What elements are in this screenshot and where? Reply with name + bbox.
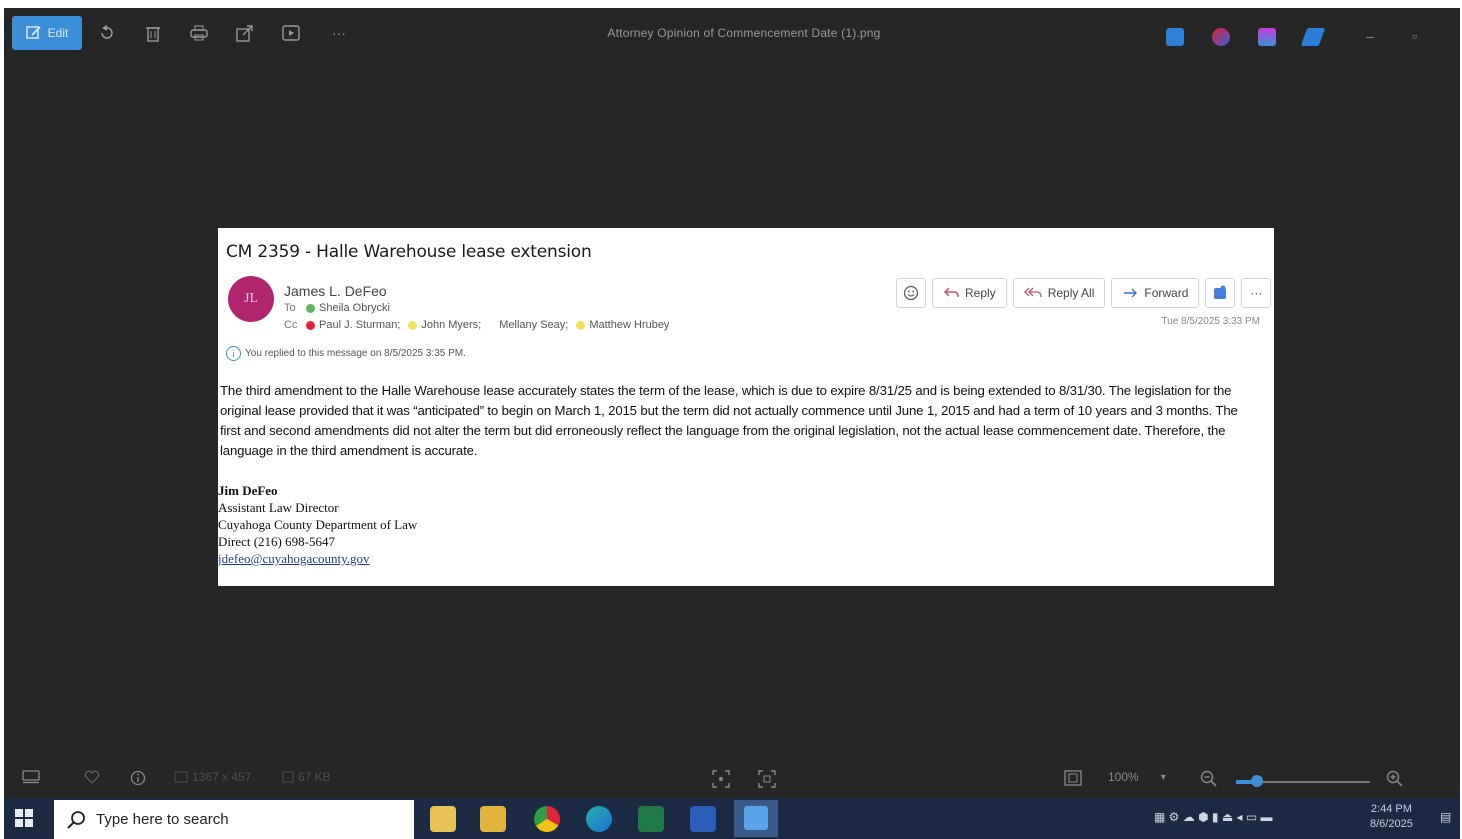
rotate-icon[interactable]	[96, 22, 118, 44]
app-shortcut-icon-2[interactable]	[1212, 28, 1230, 46]
cc-recipient: Matthew Hrubey	[589, 319, 670, 331]
email-timestamp: Tue 8/5/2025 3:33 PM	[1161, 316, 1260, 327]
taskbar-search-box[interactable]: Type here to search	[54, 800, 414, 839]
window-title: Attorney Opinion of Commencement Date (1…	[607, 26, 881, 40]
recipient-name: Sheila Obrycki	[319, 302, 390, 314]
reply-button: Reply	[932, 278, 1007, 308]
filmstrip-icon[interactable]	[22, 770, 40, 784]
app-shortcut-icon-1[interactable]	[1166, 28, 1184, 46]
favorite-icon[interactable]	[84, 770, 100, 784]
cc-label: Cc	[284, 319, 298, 331]
info-icon: i	[226, 346, 241, 361]
email-subject: CM 2359 - Halle Warehouse lease extensio…	[226, 242, 592, 262]
presence-dot-icon	[306, 303, 315, 313]
restore-button[interactable]: ▫	[1412, 28, 1417, 44]
email-image: CM 2359 - Halle Warehouse lease extensio…	[218, 228, 1274, 586]
notifications-icon[interactable]: ▤	[1440, 810, 1451, 824]
zoom-level-dropdown[interactable]: 100% ▾	[1108, 770, 1166, 784]
to-row: To Sheila Obrycki	[284, 302, 390, 314]
zoom-out-icon[interactable]	[1200, 770, 1218, 788]
edit-button-label: Edit	[47, 26, 69, 40]
signature-org: Cuyahoga County Department of Law	[218, 517, 418, 532]
search-placeholder: Type here to search	[96, 811, 229, 828]
email-signature: Jim DeFeo Assistant Law Director Cuyahog…	[218, 482, 417, 567]
windows-taskbar: Type here to search ▦ ⚙ ☁ ⬢ ▮ ⏏ ◂ ▭ ▬ 2:…	[4, 798, 1460, 839]
actual-size-icon[interactable]	[758, 770, 776, 788]
email-actions: Reply Reply All Forward ···	[896, 278, 1272, 308]
reply-all-icon	[1023, 287, 1042, 298]
filesize-text: 67 KB	[298, 770, 331, 784]
chrome-icon[interactable]	[534, 806, 560, 832]
taskbar-clock[interactable]: 2:44 PM 8/6/2025	[1370, 802, 1413, 832]
signature-email: jdefeo@cuyahogacounty.gov	[218, 551, 370, 566]
viewer-toolbar: Edit ··· Attorney Opinion of Commencemen…	[4, 8, 1460, 60]
edit-button[interactable]: Edit	[12, 16, 82, 50]
emoji-icon	[903, 285, 919, 301]
signature-name: Jim DeFeo	[218, 483, 278, 498]
print-icon[interactable]	[188, 22, 210, 44]
more-actions-button: ···	[1241, 278, 1272, 308]
replied-notice: i You replied to this message on 8/5/202…	[226, 346, 466, 361]
forward-icon	[1124, 288, 1138, 298]
edge-icon[interactable]	[586, 806, 612, 832]
reply-icon	[944, 287, 959, 298]
zoom-in-icon[interactable]	[1386, 770, 1404, 788]
to-label: To	[284, 302, 296, 314]
file-info-icon[interactable]	[130, 770, 146, 786]
sender-name: James L. DeFeo	[284, 283, 387, 299]
presence-dot-icon	[408, 320, 418, 330]
photos-app-active[interactable]	[734, 800, 778, 837]
cc-row: Cc Paul J. Sturman; John Myers; Mellany …	[284, 319, 669, 331]
fullscreen-icon[interactable]	[1064, 770, 1082, 786]
file-explorer-icon[interactable]	[430, 806, 456, 832]
viewer-statusbar: 1367 x 457 67 KB 100% ▾	[4, 760, 1460, 798]
slideshow-icon[interactable]	[280, 22, 302, 44]
cc-recipient: John Myers;	[421, 319, 482, 331]
reply-all-button: Reply All	[1012, 278, 1106, 308]
avatar: JL	[228, 276, 274, 322]
excel-icon[interactable]	[638, 806, 664, 832]
share-icon[interactable]	[234, 22, 256, 44]
avatar-initials: JL	[244, 291, 258, 306]
system-tray-icons[interactable]: ▦ ⚙ ☁ ⬢ ▮ ⏏ ◂ ▭ ▬	[1154, 810, 1273, 824]
presence-dot-icon	[576, 320, 586, 330]
media-player-icon[interactable]	[480, 806, 506, 832]
forward-label: Forward	[1144, 286, 1189, 300]
file-size: 67 KB	[282, 770, 331, 784]
reply-label: Reply	[965, 286, 996, 300]
signature-phone: Direct (216) 698-5647	[218, 534, 335, 549]
zoom-level-text: 100%	[1108, 770, 1139, 784]
cc-recipient: Mellany Seay;	[499, 319, 569, 331]
word-icon[interactable]	[690, 806, 716, 832]
email-body: The third amendment to the Halle Warehou…	[220, 383, 1238, 458]
presence-dot-icon	[306, 320, 315, 330]
signature-title: Assistant Law Director	[218, 500, 339, 515]
photo-viewer-window: Edit ··· Attorney Opinion of Commencemen…	[4, 8, 1460, 839]
clock-date: 8/6/2025	[1370, 818, 1413, 830]
search-icon	[67, 810, 85, 829]
chevron-down-icon: ▾	[1160, 771, 1166, 783]
teams-icon	[1214, 285, 1227, 299]
emoji-button	[896, 278, 926, 308]
zoom-slider-thumb[interactable]	[1251, 775, 1263, 787]
more-options-icon[interactable]: ···	[324, 22, 354, 44]
windows-start-icon[interactable]	[14, 808, 36, 830]
photos-icon	[744, 806, 768, 830]
edit-icon	[25, 26, 41, 39]
replied-text: You replied to this message on 8/5/2025 …	[245, 348, 466, 359]
reply-all-label: Reply All	[1047, 286, 1095, 300]
disk-icon	[282, 771, 294, 783]
image-dimensions: 1367 x 457	[174, 770, 251, 784]
app-shortcut-icon-3[interactable]	[1258, 28, 1276, 46]
cc-recipient: Paul J. Sturman;	[319, 319, 401, 331]
delete-icon[interactable]	[142, 22, 164, 44]
forward-button: Forward	[1111, 278, 1200, 308]
fit-to-window-icon[interactable]	[712, 770, 730, 788]
minimize-button[interactable]: –	[1366, 28, 1374, 44]
onedrive-icon[interactable]	[1300, 28, 1326, 46]
dimensions-text: 1367 x 457	[192, 770, 252, 784]
image-size-icon	[174, 771, 188, 783]
teams-button	[1205, 278, 1236, 308]
clock-time: 2:44 PM	[1370, 803, 1412, 815]
